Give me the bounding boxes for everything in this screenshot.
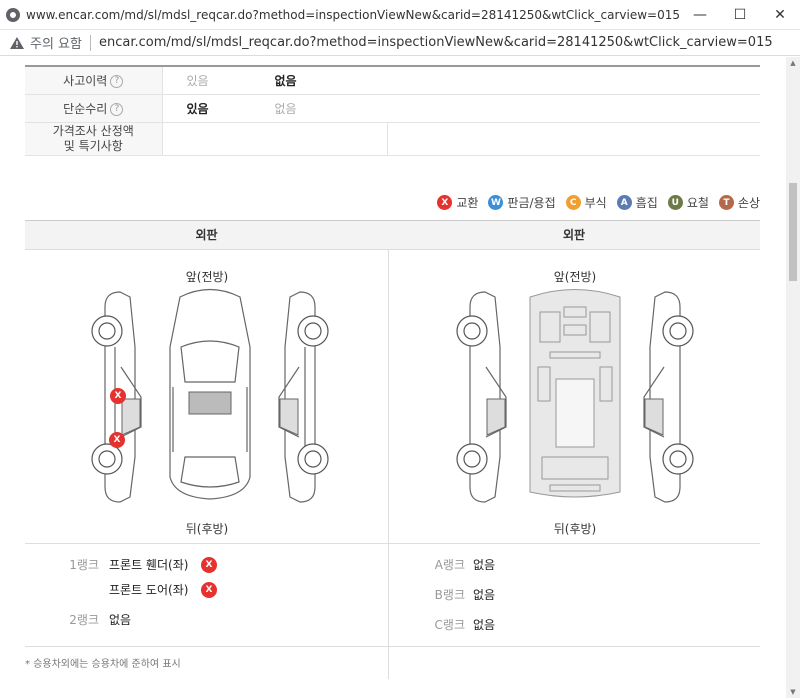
legend-item: U 요철 (667, 194, 709, 211)
accident-history-label: 사고이력? (25, 66, 163, 95)
scroll-up-icon[interactable]: ▲ (789, 59, 797, 67)
rank-c-label: C랭크 (434, 618, 465, 632)
exchange-icon: X (201, 581, 217, 598)
legend-label: 부식 (584, 196, 607, 210)
damage-icon: T (718, 195, 734, 210)
price-note-label: 가격조사 산정액 및 특기사항 (25, 122, 163, 156)
rank-divider (25, 543, 760, 544)
legend-item: W 판금/용접 (488, 194, 556, 211)
page-content: 사고이력? 있음 없음 단순수리? 있음 없음 가격조사 산정액 및 특기사항 X교… (0, 57, 786, 698)
window-title: www.encar.com/md/sl/mdsl_reqcar.do?metho… (26, 7, 680, 22)
rear-label: 뒤(후방) (185, 522, 229, 536)
inspection-panel: 외판 외판 앞(전방) 뒤(후방) X X 앞(전방) 뒤(후방) 1랭크 프론… (25, 220, 760, 679)
rank1-label: 1랭크 (69, 558, 99, 572)
dent-icon: U (667, 195, 683, 210)
left-panel-title: 외판 (25, 221, 388, 250)
panel-divider (388, 250, 389, 679)
option-yes: 있음 (186, 101, 209, 116)
rank2-value: 없음 (109, 613, 132, 627)
window-titlebar: www.encar.com/md/sl/mdsl_reqcar.do?metho… (0, 0, 800, 30)
table-row: 가격조사 산정액 및 특기사항 (25, 122, 760, 156)
exchange-mark-door[interactable]: X (109, 432, 125, 448)
special-note (387, 122, 760, 156)
rank-a-value: 없음 (473, 558, 496, 572)
chrome-icon (6, 7, 20, 22)
warning-icon[interactable] (10, 36, 24, 49)
legend-label: 흠집 (635, 196, 658, 210)
rank1-row-2: 프론트 도어(좌) X (109, 581, 217, 598)
accident-info-table: 사고이력? 있음 없음 단순수리? 있음 없음 가격조사 산정액 및 특기사항 (25, 65, 760, 156)
help-icon[interactable]: ? (110, 102, 124, 116)
rank-b-row: B랭크 없음 (405, 586, 495, 603)
rank-b-value: 없음 (473, 588, 496, 602)
legend-item: A 흠집 (616, 194, 658, 211)
bottom-divider (25, 646, 760, 647)
accident-history-values: 있음 없음 (162, 66, 760, 95)
legend-label: 판금/용접 (507, 196, 556, 210)
help-icon[interactable]: ? (110, 74, 124, 88)
rank-c-value: 없음 (473, 618, 496, 632)
scrollbar-thumb[interactable] (789, 183, 797, 281)
rank1-item-door: 프론트 도어(좌) (109, 583, 189, 597)
welding-icon: W (488, 195, 504, 210)
rank-a-row: A랭크 없음 (405, 556, 495, 573)
footnote: * 승용차외에는 승용차에 준하여 표시 (25, 659, 181, 670)
legend-item: C 부식 (565, 194, 607, 211)
legend-item: T 손상 (718, 194, 760, 211)
simple-repair-label: 단순수리? (25, 94, 163, 123)
rank1-row: 1랭크 프론트 휀더(좌) X (25, 556, 217, 573)
table-row: 단순수리? 있음 없음 (25, 94, 760, 123)
rank2-row: 2랭크 없음 (25, 611, 131, 628)
rank1-item-fender: 프론트 휀더(좌) (109, 558, 189, 572)
url-text[interactable]: encar.com/md/sl/mdsl_reqcar.do?method=in… (99, 35, 773, 50)
option-yes: 있음 (186, 73, 209, 88)
minimize-button[interactable]: — (680, 0, 720, 30)
rank-c-row: C랭크 없음 (405, 616, 496, 633)
corrosion-icon: C (565, 195, 581, 210)
front-label: 앞(전방) (185, 270, 229, 284)
legend-label: 교환 (456, 196, 479, 210)
rear-label-right: 뒤(후방) (553, 522, 597, 536)
rank2-label: 2랭크 (69, 613, 99, 627)
table-row: 사고이력? 있음 없음 (25, 66, 760, 95)
simple-repair-values: 있음 없음 (162, 94, 760, 123)
address-bar[interactable]: 주의 요함 encar.com/md/sl/mdsl_reqcar.do?met… (0, 30, 800, 56)
option-no: 없음 (274, 73, 297, 88)
rank-b-label: B랭크 (434, 588, 465, 602)
scroll-down-icon[interactable]: ▼ (789, 688, 797, 696)
exchange-icon: X (437, 195, 453, 210)
security-warning[interactable]: 주의 요함 (30, 33, 82, 52)
maximize-button[interactable]: ☐ (720, 0, 760, 30)
close-button[interactable]: ✕ (760, 0, 800, 30)
exchange-icon: X (201, 556, 217, 573)
right-panel-title: 외판 (388, 221, 760, 250)
scratch-icon: A (616, 195, 632, 210)
car-frame-diagram (456, 289, 694, 503)
row-label: 단순수리 (63, 101, 108, 116)
damage-legend: X 교환 W 판금/용접 C 부식 A 흠집 U 요철 T 손상 (437, 194, 760, 211)
exchange-mark-fender[interactable]: X (110, 388, 126, 404)
scrollbar[interactable]: ▲ ▼ (786, 57, 800, 698)
legend-label: 손상 (737, 196, 760, 210)
address-separator (89, 34, 91, 51)
price-value (162, 122, 388, 156)
legend-item: X 교환 (437, 194, 478, 211)
rank-a-label: A랭크 (434, 558, 465, 572)
legend-label: 요철 (686, 196, 709, 210)
option-no: 없음 (274, 101, 297, 116)
front-label-right: 앞(전방) (553, 270, 597, 284)
row-label: 사고이력 (63, 73, 108, 88)
